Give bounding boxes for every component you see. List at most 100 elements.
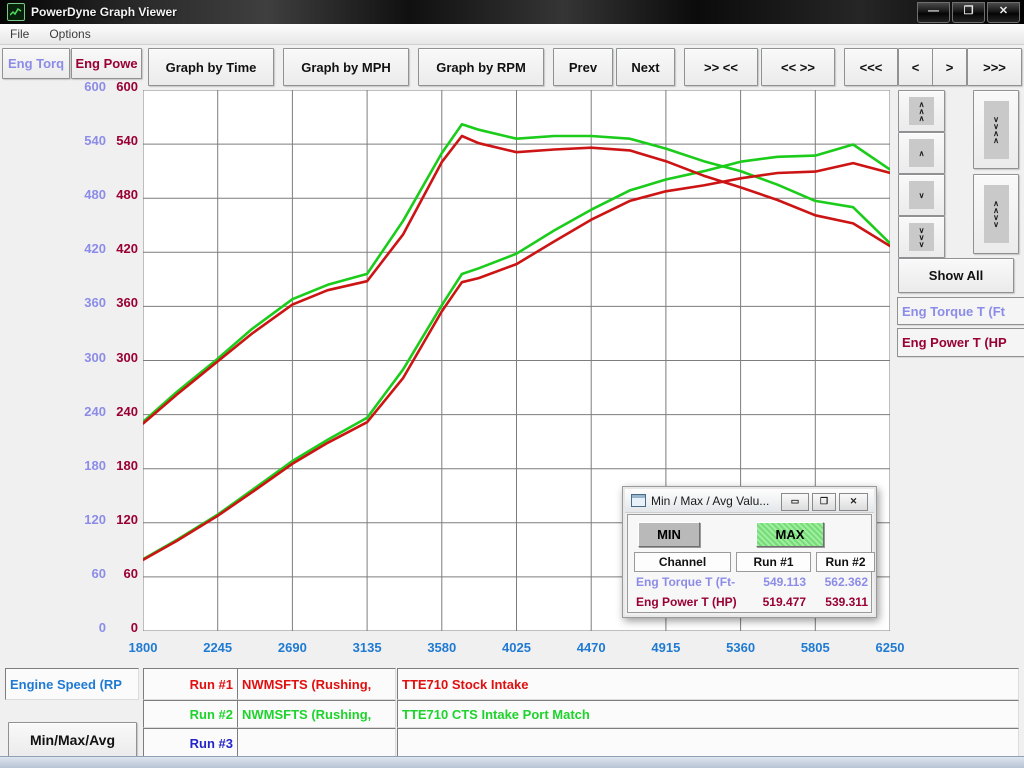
menu-item-options[interactable]: Options xyxy=(39,27,100,41)
scroll-button-2-icon[interactable]: ∧ xyxy=(898,132,945,174)
scroll-button-4-icon[interactable]: ∨∨∨ xyxy=(898,216,945,258)
minmax-restore-button[interactable]: ❐ xyxy=(812,493,836,511)
channel-button-power[interactable]: Eng Powe xyxy=(71,48,142,79)
max-toggle-button[interactable]: MAX xyxy=(756,522,824,547)
x-tick-3580: 3580 xyxy=(416,640,468,655)
chevron-glyphs: ∧ xyxy=(909,139,934,167)
y-tick-torque-0: 0 xyxy=(58,620,106,635)
minmax-close-button[interactable]: ✕ xyxy=(839,493,868,511)
chevron: ∧ xyxy=(919,115,925,122)
show-all-button[interactable]: Show All xyxy=(898,258,1014,293)
y-tick-power-360: 360 xyxy=(102,295,138,310)
y-tick-power-180: 180 xyxy=(102,458,138,473)
channel-button-torque[interactable]: Eng Torq xyxy=(2,48,70,79)
run-label-1: Run #1 xyxy=(143,668,242,700)
chevron-glyphs: ∨∨∧∧ xyxy=(984,101,1009,159)
toolbar-button-graph-by-mph[interactable]: Graph by MPH xyxy=(283,48,409,86)
scroll-button-1-icon[interactable]: ∧∧∧ xyxy=(898,90,945,132)
y-tick-torque-480: 480 xyxy=(58,187,106,202)
x-tick-4915: 4915 xyxy=(640,640,692,655)
y-tick-torque-600: 600 xyxy=(58,79,106,94)
menu-bar: FileOptions xyxy=(0,24,1024,45)
scroll-button-3-icon[interactable]: ∨ xyxy=(898,174,945,216)
app-window: PowerDyne Graph Viewer — ❐ ✕ FileOptions… xyxy=(0,0,1024,768)
toolbar-button-[interactable]: >>> xyxy=(967,48,1022,86)
minmax-channel-1: Eng Torque T (Ft- xyxy=(636,575,735,589)
x-tick-6250: 6250 xyxy=(864,640,916,655)
y-tick-torque-540: 540 xyxy=(58,133,106,148)
y-tick-power-240: 240 xyxy=(102,404,138,419)
minmax-column-header-run-1: Run #1 xyxy=(736,552,811,572)
y-tick-torque-300: 300 xyxy=(58,350,106,365)
minmax-run1-value-2: 519.477 xyxy=(736,595,806,609)
minmaxavg-button[interactable]: Min/Max/Avg xyxy=(8,722,137,758)
toolbar-button-graph-by-rpm[interactable]: Graph by RPM xyxy=(418,48,544,86)
show-all-label: Show All xyxy=(929,268,983,283)
y-tick-power-0: 0 xyxy=(102,620,138,635)
zoom-button-2-icon[interactable]: ∧∧∨∨ xyxy=(973,174,1019,254)
y-tick-torque-180: 180 xyxy=(58,458,106,473)
toolbar-button-[interactable]: << >> xyxy=(761,48,835,86)
minmax-run2-value-1: 562.362 xyxy=(816,575,868,589)
y-tick-power-120: 120 xyxy=(102,512,138,527)
y-tick-torque-60: 60 xyxy=(58,566,106,581)
toolbar-button-[interactable]: < xyxy=(898,48,933,86)
chevron-glyphs: ∨ xyxy=(909,181,934,209)
y-tick-power-60: 60 xyxy=(102,566,138,581)
y-tick-power-480: 480 xyxy=(102,187,138,202)
menu-item-file[interactable]: File xyxy=(0,27,39,41)
toolbar-button-[interactable]: >> << xyxy=(684,48,758,86)
legend-power-label: Eng Power T (HP xyxy=(902,335,1007,350)
toolbar-button-[interactable]: <<< xyxy=(844,48,898,86)
toolbar-button-graph-by-time[interactable]: Graph by Time xyxy=(148,48,274,86)
toolbar-button-next[interactable]: Next xyxy=(616,48,675,86)
run-file-2: NWMSFTS (Rushing, xyxy=(237,700,396,728)
x-tick-4025: 4025 xyxy=(491,640,543,655)
minmax-column-header-run-2: Run #2 xyxy=(816,552,875,572)
min-toggle-label: MIN xyxy=(657,527,681,542)
min-toggle-button[interactable]: MIN xyxy=(638,522,700,547)
minmax-title-bar[interactable]: Min / Max / Avg Valu... ▭ ❐ ✕ xyxy=(625,489,874,513)
run-label-3: Run #3 xyxy=(143,728,242,758)
chevron: ∨ xyxy=(993,221,999,228)
minmax-column-header-channel: Channel xyxy=(634,552,731,572)
minmax-window-icon xyxy=(631,494,646,507)
x-channel-button[interactable]: Engine Speed (RP xyxy=(5,668,139,700)
y-tick-power-420: 420 xyxy=(102,241,138,256)
maximize-button[interactable]: ❐ xyxy=(952,2,985,23)
legend-power-channel[interactable]: Eng Power T (HP xyxy=(897,328,1024,357)
y-tick-torque-240: 240 xyxy=(58,404,106,419)
channel-button-power-label: Eng Powe xyxy=(75,56,137,71)
minmax-window-title: Min / Max / Avg Valu... xyxy=(651,494,769,508)
x-tick-1800: 1800 xyxy=(117,640,169,655)
run-desc-3 xyxy=(397,728,1019,758)
chevron: ∧ xyxy=(919,150,925,157)
y-tick-power-540: 540 xyxy=(102,133,138,148)
y-tick-power-600: 600 xyxy=(102,79,138,94)
toolbar-button-[interactable]: > xyxy=(932,48,967,86)
chevron-glyphs: ∧∧∧ xyxy=(909,97,934,125)
window-title: PowerDyne Graph Viewer xyxy=(31,5,177,19)
y-tick-torque-420: 420 xyxy=(58,241,106,256)
y-tick-torque-360: 360 xyxy=(58,295,106,310)
chevron-glyphs: ∧∧∨∨ xyxy=(984,185,1009,243)
x-tick-2690: 2690 xyxy=(266,640,318,655)
app-icon xyxy=(7,3,25,21)
y-tick-torque-120: 120 xyxy=(58,512,106,527)
minimize-button[interactable]: — xyxy=(917,2,950,23)
toolbar-button-prev[interactable]: Prev xyxy=(553,48,613,86)
minmax-run1-value-1: 549.113 xyxy=(736,575,806,589)
run-file-3 xyxy=(237,728,396,758)
zoom-button-1-icon[interactable]: ∨∨∧∧ xyxy=(973,90,1019,169)
title-bar[interactable]: PowerDyne Graph Viewer — ❐ ✕ xyxy=(0,0,1024,24)
legend-torque-label: Eng Torque T (Ft xyxy=(902,304,1005,319)
close-button[interactable]: ✕ xyxy=(987,2,1020,23)
legend-torque-channel[interactable]: Eng Torque T (Ft xyxy=(897,297,1024,325)
minmax-run2-value-2: 539.311 xyxy=(816,595,868,609)
x-tick-3135: 3135 xyxy=(341,640,393,655)
x-tick-2245: 2245 xyxy=(192,640,244,655)
chevron-glyphs: ∨∨∨ xyxy=(909,223,934,251)
minmax-minimize-button[interactable]: ▭ xyxy=(781,493,809,511)
x-tick-5805: 5805 xyxy=(789,640,841,655)
run-label-2: Run #2 xyxy=(143,700,242,728)
